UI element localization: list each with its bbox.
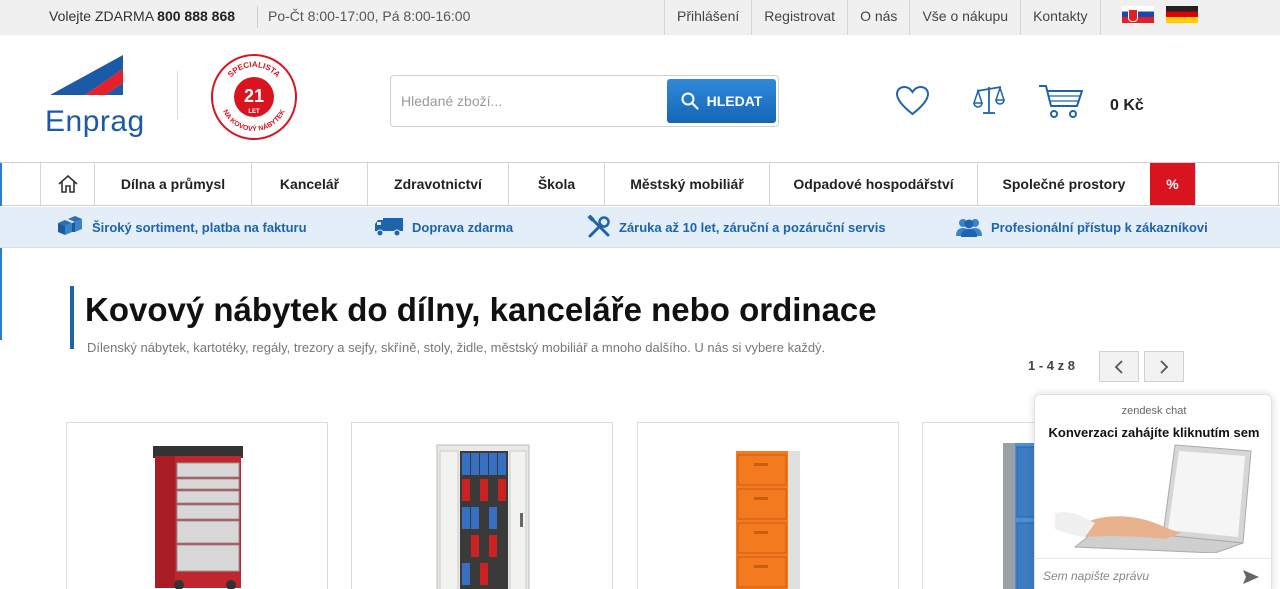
badge-top-text: SPECIALISTA (226, 60, 282, 79)
chat-input-bar (1035, 558, 1271, 589)
chat-brand: zendesk chat (1121, 405, 1187, 417)
usp-bar: Široký sortiment, platba na fakturu Dopr… (0, 207, 1280, 248)
divider (177, 71, 178, 119)
left-accent (0, 163, 2, 206)
product-card[interactable] (66, 422, 328, 589)
search-box: HLEDAT (390, 75, 779, 127)
contacts-link[interactable]: Kontakty (1020, 0, 1101, 35)
badge-number: 21 (244, 86, 264, 106)
title-accent-bar (70, 286, 74, 349)
filing-cabinet-image (736, 451, 800, 589)
search-button[interactable]: HLEDAT (667, 79, 776, 123)
divider (257, 6, 258, 28)
category-workshop[interactable]: Dílna a průmysl (94, 163, 251, 205)
carousel-prev-button[interactable] (1099, 351, 1139, 382)
category-common-spaces[interactable]: Společné prostory (977, 163, 1150, 205)
boxes-icon (58, 216, 82, 235)
search-input[interactable] (401, 88, 661, 114)
usp-professional: Profesionální přístup k zákazníkovi (955, 207, 1208, 247)
nav-spacer (1195, 163, 1278, 205)
zendesk-chat-widget[interactable]: zendesk chat Konverzaci zahájíte kliknut… (1034, 394, 1272, 589)
chevron-right-icon (1160, 359, 1169, 374)
home-icon (57, 175, 78, 193)
chat-message-input[interactable] (1043, 567, 1233, 585)
category-healthcare[interactable]: Zdravotnictví (367, 163, 508, 205)
logo-text: Enprag (45, 105, 145, 138)
carousel-next-button[interactable] (1144, 351, 1184, 382)
usp-warranty: Záruka až 10 let, záruční a pozáruční se… (587, 207, 886, 247)
usp-free-delivery-text: Doprava zdarma (412, 219, 514, 235)
shopping-cart-icon[interactable] (1038, 83, 1084, 119)
german-flag-icon[interactable] (1166, 6, 1198, 23)
shopping-info-link[interactable]: Vše o nákupu (909, 0, 1020, 35)
phone-number: 800 888 868 (157, 8, 236, 24)
side-accent (0, 248, 2, 340)
category-urban-furniture[interactable]: Městský mobiliář (604, 163, 769, 205)
register-link[interactable]: Registrovat (751, 0, 847, 35)
tools-icon (587, 215, 610, 238)
laptop-typing-image (1055, 444, 1252, 553)
category-school[interactable]: Škola (508, 163, 604, 205)
usp-professional-text: Profesionální přístup k zákazníkovi (991, 219, 1208, 235)
tool-cabinet-image (153, 446, 243, 589)
specialist-badge-icon: 21 LET SPECIALISTA NA KOVOVÝ NÁBYTEK (211, 54, 297, 140)
opening-hours: Po-Čt 8:00-17:00, Pá 8:00-16:00 (268, 8, 471, 24)
home-button[interactable] (40, 163, 94, 205)
usp-free-delivery: Doprava zdarma (374, 207, 513, 247)
favorites-heart-icon[interactable] (895, 85, 930, 117)
free-phone: Volejte ZDARMA 800 888 868 (49, 8, 235, 24)
send-icon[interactable] (1241, 567, 1261, 587)
category-waste-management[interactable]: Odpadové hospodářství (769, 163, 977, 205)
chevron-left-icon (1114, 359, 1123, 374)
login-link[interactable]: Přihlášení (664, 0, 751, 35)
category-sale[interactable]: % (1150, 163, 1195, 205)
usp-assortment: Široký sortiment, platba na fakturu (56, 207, 307, 247)
top-links: Přihlášení Registrovat O nás Vše o nákup… (664, 0, 1101, 35)
phone-label: Volejte ZDARMA (49, 8, 154, 24)
about-link[interactable]: O nás (847, 0, 909, 35)
slovak-flag-icon[interactable] (1122, 6, 1154, 23)
divider (1278, 163, 1279, 205)
logo-mark-icon (50, 55, 123, 95)
compare-scales-icon[interactable] (972, 83, 1006, 117)
page-subtitle: Dílenský nábytek, kartotéky, regály, tre… (87, 340, 826, 355)
usp-warranty-text: Záruka až 10 let, záruční a pozáruční se… (619, 219, 886, 235)
carousel-pager: 1 - 4 z 8 (1028, 358, 1075, 373)
chat-title[interactable]: Konverzaci zahájíte kliknutím sem (1035, 425, 1271, 440)
product-card[interactable] (637, 422, 899, 589)
search-button-label: HLEDAT (706, 93, 763, 109)
category-nav: Dílna a průmysl Kancelář Zdravotnictví Š… (0, 162, 1280, 206)
category-office[interactable]: Kancelář (251, 163, 367, 205)
truck-icon (375, 218, 403, 237)
product-card[interactable] (351, 422, 613, 589)
enprag-logo[interactable]: Enprag (45, 55, 155, 145)
search-icon (681, 92, 699, 110)
top-bar: Volejte ZDARMA 800 888 868 Po-Čt 8:00-17… (0, 0, 1280, 35)
cart-total[interactable]: 0 Kč (1110, 97, 1144, 115)
page-title: Kovový nábytek do dílny, kanceláře nebo … (85, 291, 877, 328)
header: Enprag 21 LET SPECIALISTA NA KOVOVÝ NÁBY… (0, 35, 1280, 162)
usp-assortment-text: Široký sortiment, platba na fakturu (92, 219, 307, 235)
office-cabinet-image (436, 444, 530, 589)
badge-unit: LET (248, 109, 260, 115)
svg-text:SPECIALISTA: SPECIALISTA (226, 60, 282, 79)
people-icon (956, 219, 982, 237)
